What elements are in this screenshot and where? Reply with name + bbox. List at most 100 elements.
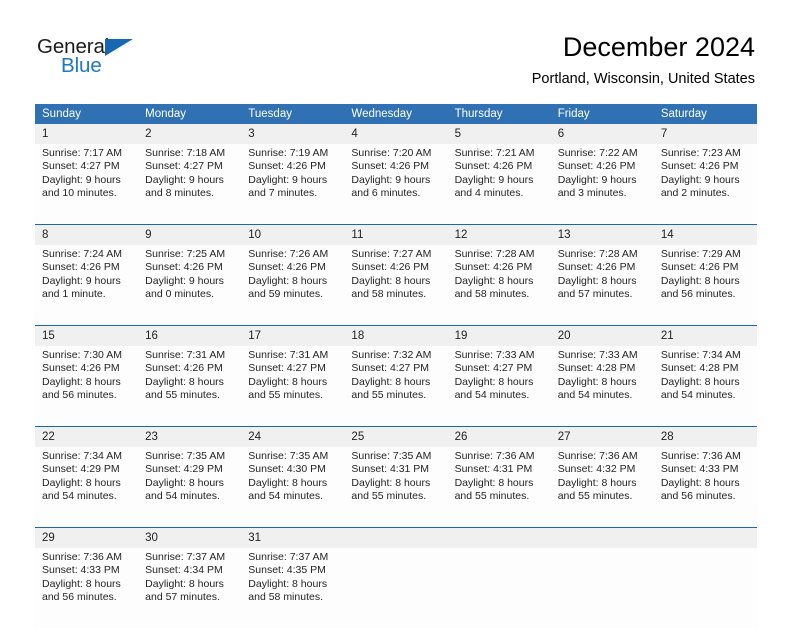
sunrise-text: Sunrise: 7:22 AM bbox=[557, 147, 638, 159]
day-cell[interactable]: Sunrise: 7:33 AM Sunset: 4:28 PM Dayligh… bbox=[550, 346, 654, 427]
sunrise-text: Sunrise: 7:18 AM bbox=[145, 147, 226, 159]
weekday-header-sunday: Sunday bbox=[35, 104, 139, 124]
day-number[interactable]: 1 bbox=[35, 124, 139, 144]
day-number[interactable]: 15 bbox=[35, 325, 139, 346]
daylight-text-2: and 54 minutes. bbox=[42, 490, 117, 503]
day-cell[interactable]: Sunrise: 7:20 AM Sunset: 4:26 PM Dayligh… bbox=[344, 144, 448, 225]
sunset-text: Sunset: 4:27 PM bbox=[454, 362, 533, 375]
day-cell[interactable]: Sunrise: 7:25 AM Sunset: 4:26 PM Dayligh… bbox=[138, 245, 242, 326]
day-number[interactable]: 30 bbox=[138, 527, 242, 548]
day-number[interactable]: 31 bbox=[241, 527, 345, 548]
sunrise-text: Sunrise: 7:23 AM bbox=[660, 147, 741, 159]
day-number[interactable]: 7 bbox=[653, 124, 757, 144]
daylight-text-1: Daylight: 8 hours bbox=[145, 577, 224, 590]
daylight-text-2: and 0 minutes. bbox=[145, 288, 215, 301]
day-cell[interactable]: Sunrise: 7:32 AM Sunset: 4:27 PM Dayligh… bbox=[344, 346, 448, 427]
daylight-text-2: and 54 minutes. bbox=[248, 490, 323, 503]
day-cell[interactable]: Sunrise: 7:35 AM Sunset: 4:29 PM Dayligh… bbox=[138, 447, 242, 528]
daylight-text-1: Daylight: 8 hours bbox=[351, 476, 431, 489]
day-number[interactable]: 19 bbox=[447, 325, 551, 346]
day-number[interactable]: 13 bbox=[550, 224, 654, 245]
day-number[interactable]: 5 bbox=[447, 124, 551, 144]
calendar-body: 1 2 3 4 5 6 7 Sunrise: 7:17 AM Sunset: 4… bbox=[35, 124, 757, 628]
day-number[interactable]: 17 bbox=[241, 325, 345, 346]
day-number[interactable]: 2 bbox=[138, 124, 242, 144]
day-cell[interactable]: Sunrise: 7:37 AM Sunset: 4:34 PM Dayligh… bbox=[138, 548, 242, 628]
day-number[interactable]: 29 bbox=[35, 527, 139, 548]
day-cell[interactable]: Sunrise: 7:34 AM Sunset: 4:28 PM Dayligh… bbox=[653, 346, 757, 427]
daylight-text-2: and 1 minute. bbox=[42, 288, 106, 301]
day-number[interactable]: 16 bbox=[138, 325, 242, 346]
day-cell[interactable]: Sunrise: 7:37 AM Sunset: 4:35 PM Dayligh… bbox=[241, 548, 345, 628]
daylight-text-2: and 58 minutes. bbox=[351, 288, 427, 301]
day-cell[interactable]: Sunrise: 7:29 AM Sunset: 4:26 PM Dayligh… bbox=[653, 245, 757, 326]
sunset-text: Sunset: 4:26 PM bbox=[557, 160, 636, 173]
general-blue-logo[interactable]: General Blue bbox=[37, 36, 157, 84]
day-number[interactable]: 8 bbox=[35, 224, 139, 245]
sunset-text: Sunset: 4:32 PM bbox=[557, 463, 636, 476]
sunrise-text: Sunrise: 7:29 AM bbox=[660, 248, 741, 260]
sunrise-text: Sunrise: 7:31 AM bbox=[145, 349, 226, 361]
day-cell[interactable]: Sunrise: 7:23 AM Sunset: 4:26 PM Dayligh… bbox=[653, 144, 757, 225]
day-number[interactable]: 18 bbox=[344, 325, 448, 346]
day-cell[interactable]: Sunrise: 7:33 AM Sunset: 4:27 PM Dayligh… bbox=[447, 346, 551, 427]
day-cell[interactable]: Sunrise: 7:30 AM Sunset: 4:26 PM Dayligh… bbox=[35, 346, 139, 427]
sunrise-text: Sunrise: 7:35 AM bbox=[248, 450, 329, 462]
sunrise-text: Sunrise: 7:28 AM bbox=[454, 248, 535, 260]
day-number[interactable]: 25 bbox=[344, 426, 448, 447]
weekday-header-tuesday: Tuesday bbox=[241, 104, 345, 124]
sunrise-text: Sunrise: 7:17 AM bbox=[42, 147, 122, 159]
daylight-text-1: Daylight: 9 hours bbox=[145, 173, 224, 186]
daylight-text-1: Daylight: 8 hours bbox=[145, 375, 224, 388]
day-cell[interactable]: Sunrise: 7:26 AM Sunset: 4:26 PM Dayligh… bbox=[241, 245, 345, 326]
day-cell[interactable]: Sunrise: 7:19 AM Sunset: 4:26 PM Dayligh… bbox=[241, 144, 345, 225]
week-daynum-row: 29 30 31 bbox=[35, 527, 757, 548]
day-cell[interactable]: Sunrise: 7:21 AM Sunset: 4:26 PM Dayligh… bbox=[447, 144, 551, 225]
day-number[interactable]: 23 bbox=[138, 426, 242, 447]
daylight-text-1: Daylight: 9 hours bbox=[454, 173, 534, 186]
sunrise-text: Sunrise: 7:34 AM bbox=[660, 349, 741, 361]
day-cell[interactable]: Sunrise: 7:36 AM Sunset: 4:33 PM Dayligh… bbox=[653, 447, 757, 528]
day-number[interactable]: 4 bbox=[344, 124, 448, 144]
day-cell[interactable]: Sunrise: 7:36 AM Sunset: 4:32 PM Dayligh… bbox=[550, 447, 654, 528]
day-cell[interactable]: Sunrise: 7:27 AM Sunset: 4:26 PM Dayligh… bbox=[344, 245, 448, 326]
daylight-text-1: Daylight: 8 hours bbox=[557, 476, 637, 489]
day-number[interactable]: 21 bbox=[653, 325, 757, 346]
day-number[interactable]: 12 bbox=[447, 224, 551, 245]
day-cell[interactable]: Sunrise: 7:36 AM Sunset: 4:33 PM Dayligh… bbox=[35, 548, 139, 628]
daylight-text-1: Daylight: 8 hours bbox=[42, 577, 121, 590]
daylight-text-1: Daylight: 8 hours bbox=[42, 375, 121, 388]
daylight-text-1: Daylight: 8 hours bbox=[248, 476, 328, 489]
day-cell[interactable]: Sunrise: 7:22 AM Sunset: 4:26 PM Dayligh… bbox=[550, 144, 654, 225]
day-cell[interactable]: Sunrise: 7:34 AM Sunset: 4:29 PM Dayligh… bbox=[35, 447, 139, 528]
day-cell[interactable]: Sunrise: 7:24 AM Sunset: 4:26 PM Dayligh… bbox=[35, 245, 139, 326]
day-cell[interactable]: Sunrise: 7:31 AM Sunset: 4:26 PM Dayligh… bbox=[138, 346, 242, 427]
day-cell[interactable]: Sunrise: 7:28 AM Sunset: 4:26 PM Dayligh… bbox=[447, 245, 551, 326]
day-number[interactable]: 20 bbox=[550, 325, 654, 346]
day-number[interactable]: 3 bbox=[241, 124, 345, 144]
daylight-text-1: Daylight: 8 hours bbox=[42, 476, 121, 489]
sunset-text: Sunset: 4:26 PM bbox=[351, 261, 430, 274]
day-number[interactable]: 9 bbox=[138, 224, 242, 245]
day-cell[interactable]: Sunrise: 7:31 AM Sunset: 4:27 PM Dayligh… bbox=[241, 346, 345, 427]
day-cell[interactable]: Sunrise: 7:18 AM Sunset: 4:27 PM Dayligh… bbox=[138, 144, 242, 225]
day-cell[interactable]: Sunrise: 7:35 AM Sunset: 4:30 PM Dayligh… bbox=[241, 447, 345, 528]
week-daynum-row: 15 16 17 18 19 20 21 bbox=[35, 325, 757, 346]
day-number[interactable]: 6 bbox=[550, 124, 654, 144]
day-cell[interactable]: Sunrise: 7:36 AM Sunset: 4:31 PM Dayligh… bbox=[447, 447, 551, 528]
day-cell[interactable]: Sunrise: 7:35 AM Sunset: 4:31 PM Dayligh… bbox=[344, 447, 448, 528]
sunrise-text: Sunrise: 7:36 AM bbox=[557, 450, 638, 462]
day-number[interactable]: 14 bbox=[653, 224, 757, 245]
day-cell[interactable]: Sunrise: 7:28 AM Sunset: 4:26 PM Dayligh… bbox=[550, 245, 654, 326]
day-number[interactable]: 11 bbox=[344, 224, 448, 245]
day-number[interactable]: 10 bbox=[241, 224, 345, 245]
weekday-header-friday: Friday bbox=[550, 104, 654, 124]
day-number[interactable]: 26 bbox=[447, 426, 551, 447]
day-number[interactable]: 27 bbox=[550, 426, 654, 447]
day-number[interactable]: 28 bbox=[653, 426, 757, 447]
week-daynum-row: 1 2 3 4 5 6 7 bbox=[35, 124, 757, 144]
day-number[interactable]: 22 bbox=[35, 426, 139, 447]
daylight-text-2: and 55 minutes. bbox=[248, 389, 323, 402]
day-cell[interactable]: Sunrise: 7:17 AM Sunset: 4:27 PM Dayligh… bbox=[35, 144, 139, 225]
day-number[interactable]: 24 bbox=[241, 426, 345, 447]
